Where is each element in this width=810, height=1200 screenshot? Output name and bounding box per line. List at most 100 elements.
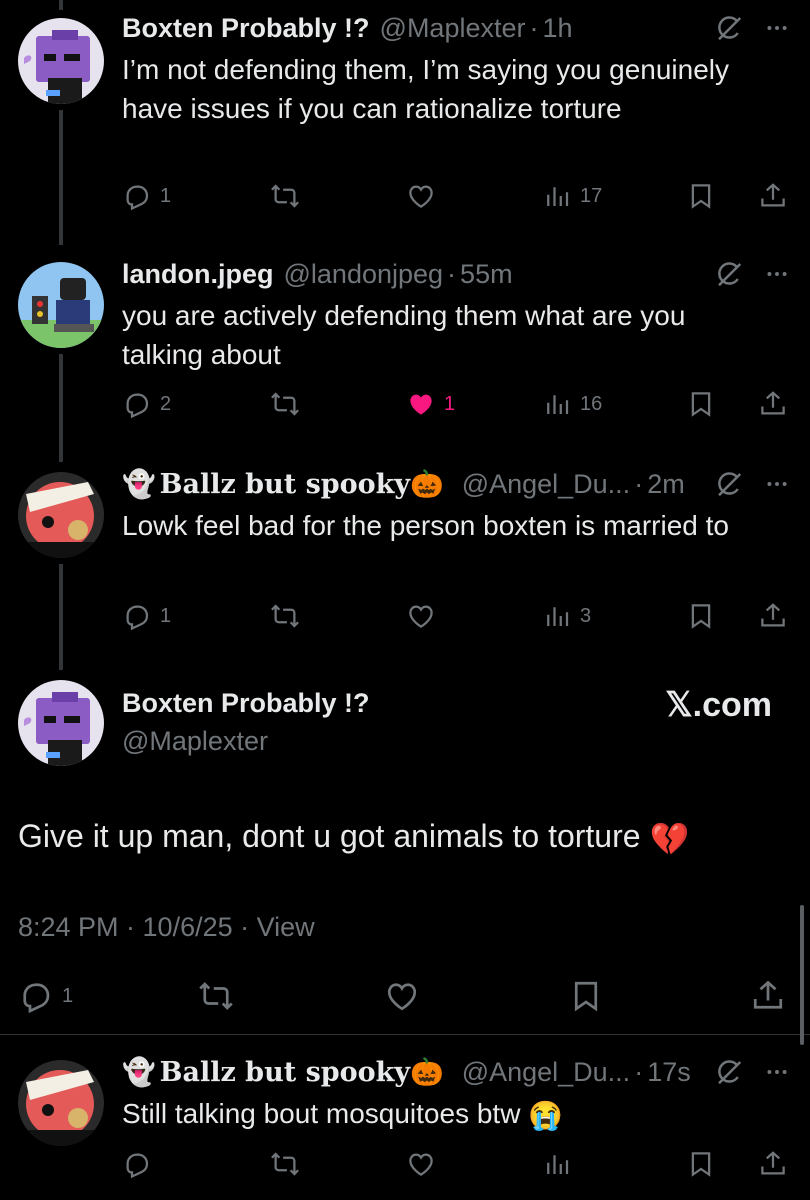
bookmark-button[interactable] (686, 596, 716, 636)
heart-icon (406, 1149, 436, 1179)
display-name[interactable]: Boxten Probably !? (122, 688, 370, 719)
reply-icon (18, 978, 54, 1014)
heart-icon (384, 978, 420, 1014)
reply-button[interactable]: 2 (122, 384, 171, 424)
share-button[interactable] (758, 176, 788, 216)
pumpkin-emoji: 🎃 (410, 1057, 444, 1087)
display-name[interactable]: Boxten Probably !? (122, 13, 370, 44)
like-button[interactable] (406, 176, 436, 216)
reply-button[interactable]: 1 (122, 176, 171, 216)
share-icon (758, 389, 788, 419)
user-handle[interactable]: @Maplexter (380, 13, 526, 44)
bookmark-button[interactable] (686, 176, 716, 216)
timestamp[interactable]: 55m (460, 259, 513, 290)
separator-dot: · (634, 468, 644, 499)
reply-tweet[interactable]: Boxten Probably !? @Maplexter · 1h I’m n… (0, 0, 810, 250)
more-icon[interactable] (764, 471, 790, 497)
share-button[interactable] (758, 1144, 788, 1184)
broken-heart-emoji: 💔 (649, 820, 690, 857)
bookmark-icon (686, 1149, 716, 1179)
bookmark-button[interactable] (686, 384, 716, 424)
share-icon (758, 601, 788, 631)
avatar[interactable] (18, 472, 104, 558)
retweet-button[interactable] (270, 1144, 300, 1184)
views-button[interactable]: 16 (542, 384, 602, 424)
share-button[interactable] (758, 596, 788, 636)
bookmark-button[interactable] (568, 974, 604, 1018)
share-button[interactable] (758, 384, 788, 424)
avatar[interactable] (18, 1060, 104, 1146)
ghost-emoji: 👻 (122, 469, 156, 499)
tweet-text: you are actively defending them what are… (122, 300, 686, 370)
post-timestamp[interactable]: 8:24 PM · 10/6/25 · View (18, 912, 315, 943)
timestamp[interactable]: 1h (543, 13, 573, 44)
reply-button[interactable]: 1 (18, 974, 73, 1018)
reply-icon (122, 181, 152, 211)
avatar[interactable] (18, 262, 104, 348)
retweet-button[interactable] (198, 974, 234, 1018)
share-icon (758, 181, 788, 211)
tweet-text: I’m not defending them, I’m saying you g… (122, 54, 730, 124)
xcom-watermark: 𝕏.com (665, 686, 772, 724)
post-text-line: Give it up man, dont u got animals to to… (18, 818, 689, 858)
display-name[interactable]: Ballz but spooky (160, 469, 410, 500)
retweet-icon (270, 181, 300, 211)
share-button[interactable] (750, 974, 786, 1018)
reply-tweet[interactable]: landon.jpeg @landonjpeg · 55m you are ac… (0, 252, 810, 462)
grok-icon[interactable] (714, 469, 744, 499)
user-handle[interactable]: @landonjpeg (284, 259, 444, 290)
reply-icon (122, 601, 152, 631)
grok-icon[interactable] (714, 13, 744, 43)
views-icon (542, 1149, 572, 1179)
separator-dot: · (529, 12, 539, 43)
avatar[interactable] (18, 680, 104, 766)
timestamp[interactable]: 17s (647, 1057, 691, 1088)
crying-emoji: 😭 (528, 1100, 564, 1132)
views-icon (542, 389, 572, 419)
bookmark-button[interactable] (686, 1144, 716, 1184)
more-icon[interactable] (764, 261, 790, 287)
views-button[interactable]: 3 (542, 596, 591, 636)
timestamp[interactable]: 2m (647, 469, 685, 500)
reply-count: 1 (62, 984, 74, 1007)
avatar[interactable] (18, 18, 104, 104)
scrollbar[interactable] (800, 905, 804, 1045)
user-handle[interactable]: @Angel_Du... (462, 469, 631, 500)
views-button[interactable]: 17 (542, 176, 602, 216)
bookmark-icon (568, 978, 604, 1014)
grok-icon[interactable] (714, 259, 744, 289)
user-handle[interactable]: @Maplexter (122, 726, 268, 757)
views-count: 17 (580, 184, 603, 207)
separator-dot: · (447, 258, 457, 289)
display-name[interactable]: landon.jpeg (122, 259, 274, 290)
grok-icon[interactable] (714, 1057, 744, 1087)
action-bar (122, 1144, 792, 1184)
tweet-text: Still talking bout mosquitoes btw (122, 1098, 521, 1129)
like-button[interactable] (406, 1144, 436, 1184)
like-button[interactable]: 1 (406, 384, 455, 424)
display-name[interactable]: Ballz but spooky (160, 1057, 410, 1088)
more-icon[interactable] (764, 1059, 790, 1085)
reply-tweet[interactable]: 👻 Ballz but spooky 🎃 @Angel_Du... · 17s … (0, 1052, 810, 1200)
retweet-icon (270, 1149, 300, 1179)
reply-icon (122, 1149, 152, 1179)
more-icon[interactable] (764, 15, 790, 41)
reply-button[interactable] (122, 1144, 152, 1184)
views-button[interactable] (542, 1144, 572, 1184)
user-handle[interactable]: @Angel_Du... (462, 1057, 631, 1088)
like-button[interactable] (384, 974, 420, 1018)
post-text: Give it up man, dont u got animals to to… (18, 818, 641, 854)
retweet-icon (198, 978, 234, 1014)
retweet-button[interactable] (270, 384, 300, 424)
like-button[interactable] (406, 596, 436, 636)
reply-tweet[interactable]: 👻 Ballz but spooky 🎃 @Angel_Du... · 2m L… (0, 464, 810, 674)
heart-icon (406, 601, 436, 631)
retweet-button[interactable] (270, 176, 300, 216)
retweet-icon (270, 389, 300, 419)
tweet-text: Lowk feel bad for the person boxten is m… (122, 510, 730, 541)
views-icon (542, 181, 572, 211)
tweet-text-line: Still talking bout mosquitoes btw 😭 (122, 1094, 770, 1135)
reply-button[interactable]: 1 (122, 596, 171, 636)
action-bar: 1 3 (122, 596, 792, 636)
retweet-button[interactable] (270, 596, 300, 636)
